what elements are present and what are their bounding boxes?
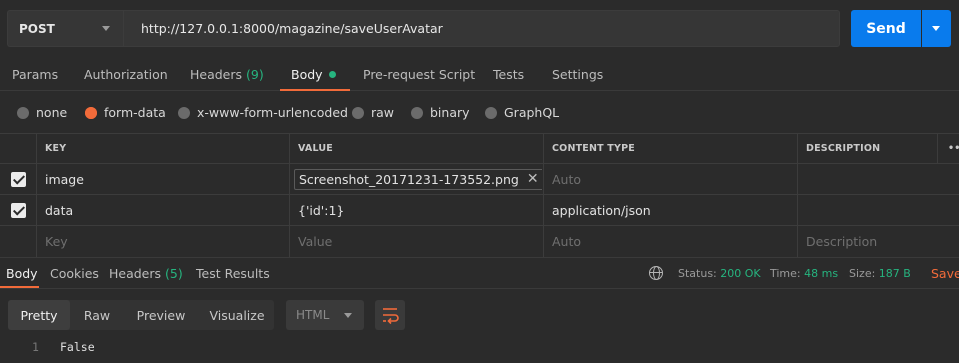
response-tab-body[interactable]: Body	[6, 266, 38, 281]
table-row-new: Key Value Auto Description	[0, 226, 959, 257]
response-tab-headers[interactable]: Headers (5)	[109, 266, 183, 281]
table-row: data {'id':1} application/json	[0, 195, 959, 226]
value-field[interactable]: Value	[289, 226, 542, 257]
view-pretty-button[interactable]: Pretty	[8, 300, 70, 330]
line-number: 1	[32, 340, 39, 354]
chevron-down-icon	[102, 26, 110, 31]
radio-icon	[178, 106, 190, 119]
format-select[interactable]: HTML	[286, 300, 364, 330]
radio-icon	[411, 106, 423, 119]
content-type-field[interactable]: application/json	[543, 195, 796, 225]
description-field[interactable]	[797, 195, 937, 225]
size-value: 187 B	[878, 267, 911, 280]
more-icon[interactable]: •••	[937, 134, 959, 163]
checkbox-checked-icon[interactable]	[10, 171, 26, 187]
content-type-field[interactable]: Auto	[543, 226, 796, 257]
wrap-lines-button[interactable]	[375, 300, 405, 330]
time-readout: Time: 48 ms	[770, 267, 839, 280]
radio-form-data[interactable]: form-data	[85, 105, 166, 120]
table-row: image Screenshot_20171231-173552.png ✕ A…	[0, 164, 959, 195]
response-tab-cookies[interactable]: Cookies	[50, 266, 99, 281]
table-header: KEY VALUE CONTENT TYPE DESCRIPTION •••	[0, 133, 959, 164]
method-select[interactable]: POST	[7, 10, 123, 47]
header-description: DESCRIPTION	[797, 134, 937, 163]
size-readout: Size: 187 B	[849, 267, 911, 280]
response-bar: Body Cookies Headers (5) Test Results St…	[0, 257, 959, 289]
save-response-button[interactable]: Save	[931, 266, 959, 281]
view-preview-button[interactable]: Preview	[126, 300, 196, 330]
description-field[interactable]	[797, 164, 937, 194]
globe-icon[interactable]	[649, 266, 663, 280]
send-button[interactable]: Send	[851, 10, 921, 47]
value-field[interactable]: {'id':1}	[289, 195, 542, 225]
tab-tests[interactable]: Tests	[493, 67, 524, 82]
format-label: HTML	[296, 308, 330, 322]
file-name: Screenshot_20171231-173552.png	[299, 171, 519, 187]
active-tab-indicator	[280, 89, 350, 91]
radio-selected-icon	[85, 106, 97, 119]
description-field[interactable]: Description	[797, 226, 937, 257]
url-input[interactable]: http://127.0.0.1:8000/magazine/saveUserA…	[123, 10, 840, 47]
close-icon[interactable]: ✕	[527, 171, 539, 187]
radio-x-www-form-urlencoded[interactable]: x-www-form-urlencoded	[178, 105, 348, 120]
radio-icon	[352, 106, 364, 119]
checkbox-checked-icon[interactable]	[10, 202, 26, 218]
headers-count: (9)	[246, 67, 264, 82]
tab-pre-request-script[interactable]: Pre-request Script	[363, 67, 475, 82]
key-field[interactable]: Key	[36, 226, 288, 257]
view-visualize-button[interactable]: Visualize	[200, 300, 274, 330]
tab-body[interactable]: Body	[291, 67, 336, 82]
tab-settings[interactable]: Settings	[552, 67, 603, 82]
tab-authorization[interactable]: Authorization	[84, 67, 168, 82]
tab-headers[interactable]: Headers (9)	[190, 67, 264, 82]
radio-icon	[485, 106, 497, 119]
file-chip: Screenshot_20171231-173552.png ✕	[294, 168, 542, 190]
radio-raw[interactable]: raw	[352, 105, 394, 120]
radio-binary[interactable]: binary	[411, 105, 470, 120]
tab-params[interactable]: Params	[12, 67, 58, 82]
response-tab-test-results[interactable]: Test Results	[196, 266, 270, 281]
view-mode-toolbar: Pretty Raw Preview Visualize	[8, 300, 274, 330]
response-text: False	[60, 340, 95, 354]
method-label: POST	[19, 21, 55, 36]
url-text: http://127.0.0.1:8000/magazine/saveUserA…	[141, 21, 443, 36]
header-content-type: CONTENT TYPE	[543, 134, 796, 163]
request-bar: POST http://127.0.0.1:8000/magazine/save…	[0, 0, 959, 57]
response-headers-count: (5)	[165, 266, 183, 281]
body-indicator-dot	[328, 71, 336, 78]
wrap-lines-icon	[383, 308, 399, 325]
status-readout: Status: 200 OK	[678, 267, 761, 280]
view-raw-button[interactable]: Raw	[72, 300, 122, 330]
chevron-down-icon	[344, 313, 352, 318]
value-field[interactable]: Screenshot_20171231-173552.png ✕	[289, 164, 542, 194]
radio-none[interactable]: none	[17, 105, 67, 120]
request-tabs: Params Authorization Headers (9) Body Pr…	[0, 61, 959, 91]
body-type-options: none form-data x-www-form-urlencoded raw…	[0, 100, 959, 126]
status-value: 200 OK	[720, 267, 761, 280]
header-value: VALUE	[289, 134, 542, 163]
time-value: 48 ms	[804, 267, 839, 280]
radio-icon	[17, 106, 29, 119]
key-field[interactable]: image	[36, 164, 288, 194]
send-options-button[interactable]	[922, 10, 951, 47]
active-tab-indicator	[0, 286, 39, 288]
header-key: KEY	[36, 134, 288, 163]
content-type-field[interactable]: Auto	[543, 164, 796, 194]
chevron-down-icon	[932, 26, 940, 31]
key-field[interactable]: data	[36, 195, 288, 225]
radio-graphql[interactable]: GraphQL	[485, 105, 559, 120]
